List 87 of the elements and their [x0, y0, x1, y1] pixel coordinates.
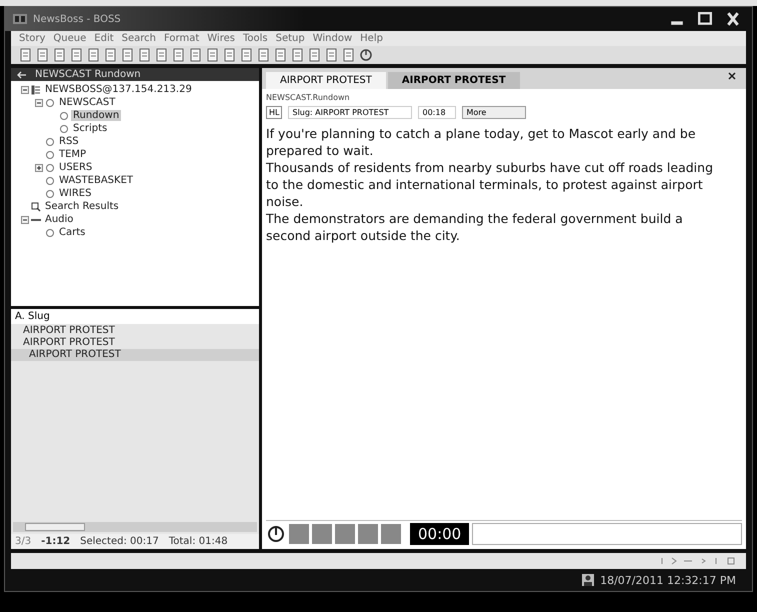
back-icon[interactable] [17, 70, 27, 78]
expander-icon[interactable] [35, 164, 43, 172]
expander-icon[interactable] [21, 86, 29, 94]
server-icon [31, 84, 41, 94]
story-tab[interactable]: AIRPORT PROTEST [388, 72, 520, 89]
search-icon [31, 202, 41, 212]
menu-item[interactable]: Search [122, 33, 156, 44]
page-icon[interactable] [223, 48, 237, 62]
circle-icon [45, 98, 55, 108]
close-icon[interactable] [728, 72, 736, 80]
time-display: 00:00 [410, 523, 470, 545]
slug-field[interactable]: Slug: AIRPORT PROTEST [288, 106, 412, 119]
tree-item[interactable]: NEWSCAST [57, 97, 118, 108]
page-icon[interactable] [104, 48, 118, 62]
story-paragraph: If you're planning to catch a plane today, get to Mascot early and be prepared to wait. [266, 125, 697, 159]
page-icon[interactable] [138, 48, 152, 62]
circle-icon [45, 162, 55, 172]
user-icon [582, 574, 594, 586]
circle-icon [45, 228, 55, 238]
page-icon[interactable] [87, 48, 101, 62]
duration-field: 00:18 [418, 106, 456, 119]
page-icon[interactable] [308, 48, 322, 62]
page-icon[interactable] [172, 48, 186, 62]
page-icon[interactable] [53, 48, 67, 62]
menu-item[interactable]: Queue [53, 33, 86, 44]
tree-item[interactable]: Scripts [71, 123, 110, 134]
column-header[interactable]: A. Slug [15, 311, 50, 322]
audio-field[interactable] [472, 523, 742, 545]
page-icon[interactable] [240, 48, 254, 62]
menu-item[interactable]: Window [312, 33, 352, 44]
page-icon[interactable] [257, 48, 271, 62]
hl-button[interactable]: HL [266, 106, 282, 119]
page-icon[interactable] [342, 48, 356, 62]
date-time: 18/07/2011 12:32:17 PM [600, 574, 736, 586]
menu-item[interactable]: Help [360, 33, 383, 44]
story-paragraph: The demonstrators are demanding the federal government build a second airport outside the city. [266, 210, 684, 244]
page-icon[interactable] [206, 48, 220, 62]
menu-item[interactable]: Edit [94, 33, 114, 44]
queue-row[interactable]: AIRPORT PROTEST [11, 349, 259, 361]
circle-icon [45, 188, 55, 198]
page-icon[interactable] [155, 48, 169, 62]
circle-icon [45, 136, 55, 146]
circle-icon [45, 150, 55, 160]
page-icon[interactable] [19, 48, 33, 62]
tree-item[interactable]: TEMP [57, 149, 88, 160]
power-icon[interactable] [359, 48, 373, 62]
total-time: Total: 01:48 [168, 536, 228, 547]
selected-time: Selected: 00:17 [80, 536, 159, 547]
page-icon[interactable] [274, 48, 288, 62]
page-icon[interactable] [36, 48, 50, 62]
power-icon[interactable] [266, 524, 286, 544]
expander-icon[interactable] [35, 98, 43, 106]
menu-item[interactable]: Story [19, 33, 46, 44]
menu-item[interactable]: Setup [276, 33, 305, 44]
story-path: NEWSCAST.Rundown [266, 93, 350, 102]
queue-row[interactable]: AIRPORT PROTEST [11, 325, 259, 337]
remaining-time: -1:12 [41, 536, 70, 547]
tree-item[interactable]: WIRES [57, 188, 94, 199]
page-icon[interactable] [189, 48, 203, 62]
tree-item[interactable]: USERS [57, 162, 94, 173]
tree-item[interactable]: NEWSBOSS@137.154.213.29 [43, 84, 194, 95]
queue-row[interactable]: AIRPORT PROTEST [11, 337, 259, 349]
menu-item[interactable]: Wires [207, 33, 235, 44]
page-icon[interactable] [121, 48, 135, 62]
window-title: NewsBoss - BOSS [33, 14, 121, 24]
page-icon[interactable] [325, 48, 339, 62]
scrollbar[interactable] [13, 522, 257, 532]
page-icon[interactable] [70, 48, 84, 62]
circle-icon [59, 110, 69, 120]
pane-title: NEWSCAST Rundown [35, 69, 141, 80]
story-tab[interactable]: AIRPORT PROTEST [266, 72, 386, 89]
app-logo-icon [13, 14, 27, 24]
circle-icon [59, 124, 69, 134]
menu-item[interactable]: Tools [242, 33, 268, 44]
tree-item[interactable]: RSS [57, 136, 81, 147]
circle-icon [45, 176, 55, 186]
tree-item[interactable]: Audio [43, 214, 76, 225]
tree-item[interactable]: WASTEBASKET [57, 175, 135, 186]
position-count: 3/3 [15, 536, 32, 547]
tree-item[interactable]: Rundown [71, 110, 122, 121]
expander-icon[interactable] [21, 216, 29, 224]
more-dropdown[interactable]: More [462, 106, 526, 119]
tree-item[interactable]: Carts [57, 227, 88, 238]
menu-item[interactable]: Format [164, 33, 200, 44]
story-paragraph: Thousands of residents from nearby suburbs have cut off roads leading to the domestic and international terminals, to protest against airport noise. [266, 159, 714, 210]
page-icon[interactable] [291, 48, 305, 62]
tree-item[interactable]: Search Results [43, 201, 121, 212]
